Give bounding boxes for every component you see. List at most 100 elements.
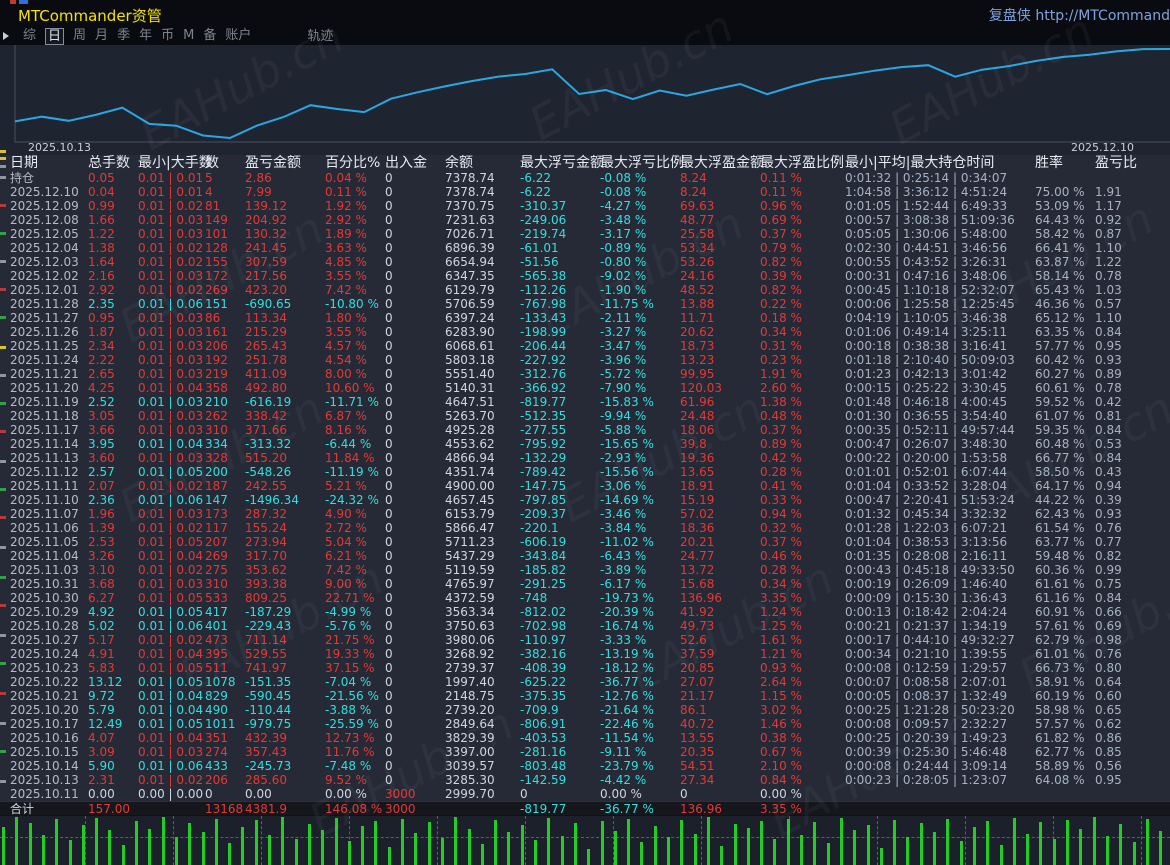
cell: 62.43 % [1035, 507, 1095, 521]
cell: -36.77 % [600, 675, 680, 689]
column-header-12[interactable]: 最小|平均|最大持仓时间 [845, 155, 1035, 171]
table-row[interactable]: 2025.11.102.360.01 | 0.06147-1496.34-24.… [0, 493, 1170, 507]
table-row[interactable]: 2025.10.294.920.01 | 0.05417-187.29-4.99… [0, 605, 1170, 619]
table-row[interactable]: 2025.11.133.600.01 | 0.03328515.2011.84 … [0, 451, 1170, 465]
cell: 57.57 % [1035, 717, 1095, 731]
table-row[interactable]: 2025.12.041.380.01 | 0.02128241.453.63 %… [0, 241, 1170, 255]
volume-bar [640, 842, 643, 865]
cell: 81 [205, 199, 245, 213]
cell: 0.99 [1095, 563, 1170, 577]
table-row[interactable]: 2025.10.110.000.00 | 0.0000.000.00 %3000… [0, 787, 1170, 801]
table-row[interactable]: 2025.10.153.090.01 | 0.03274357.4311.76 … [0, 745, 1170, 759]
table-row[interactable]: 2025.11.212.650.01 | 0.03219411.098.00 %… [0, 367, 1170, 381]
column-header-9[interactable]: 最大浮亏比例 [600, 155, 680, 171]
column-header-6[interactable]: 出入金 [385, 155, 445, 171]
menu-item-6[interactable]: 币 [161, 28, 174, 45]
column-header-5[interactable]: 百分比% [325, 155, 385, 171]
table-row[interactable]: 2025.11.192.520.01 | 0.03210-616.19-11.7… [0, 395, 1170, 409]
cell: 57.02 [680, 507, 760, 521]
table-row[interactable]: 2025.12.051.220.01 | 0.03101130.321.89 %… [0, 227, 1170, 241]
menu-item-4[interactable]: 季 [117, 28, 130, 45]
table-row[interactable]: 2025.11.261.870.01 | 0.03161215.293.55 %… [0, 325, 1170, 339]
column-header-2[interactable]: 最小|大手数 [138, 155, 205, 171]
cell: 0:00:55 | 0:43:52 | 3:26:31 [845, 255, 1035, 269]
table-row[interactable]: 2025.10.164.070.01 | 0.04351432.3912.73 … [0, 731, 1170, 745]
table-row[interactable]: 2025.11.043.260.01 | 0.04269317.706.21 %… [0, 549, 1170, 563]
cell: 0.93 [1095, 507, 1170, 521]
table-row[interactable]: 2025.10.313.680.01 | 0.03310393.389.00 %… [0, 577, 1170, 591]
column-header-7[interactable]: 余额 [445, 155, 520, 171]
table-row[interactable]: 2025.11.204.250.01 | 0.04358492.8010.60 … [0, 381, 1170, 395]
cell: 2025.10.16 [10, 731, 88, 745]
menu-item-7[interactable]: M [183, 28, 194, 45]
table-row[interactable]: 2025.10.2213.120.01 | 0.051078-151.35-7.… [0, 675, 1170, 689]
table-row[interactable]: 2025.10.235.830.01 | 0.05511741.9737.15 … [0, 661, 1170, 675]
menu-item-1[interactable]: 日 [45, 28, 64, 45]
table-row[interactable]: 2025.10.219.720.01 | 0.04829-590.45-21.5… [0, 689, 1170, 703]
cell: 0.01 | 0.02 [138, 241, 205, 255]
column-header-3[interactable]: 数 [205, 155, 245, 171]
table-row[interactable]: 2025.11.071.960.01 | 0.03173287.324.90 %… [0, 507, 1170, 521]
table-row[interactable]: 2025.10.306.270.01 | 0.05533809.2522.71 … [0, 591, 1170, 605]
cell: 0 [385, 647, 445, 661]
table-row[interactable]: 2025.11.052.530.01 | 0.05207273.945.04 %… [0, 535, 1170, 549]
cell: -22.46 % [600, 717, 680, 731]
cell: -23.79 % [600, 759, 680, 773]
volume-bar [1013, 818, 1016, 865]
column-header-0[interactable]: 日期 [10, 155, 88, 171]
table-row[interactable]: 2025.11.282.350.01 | 0.06151-690.65-10.8… [0, 297, 1170, 311]
table-row[interactable]: 2025.11.143.950.01 | 0.04334-313.32-6.44… [0, 437, 1170, 451]
cell: 2.10 % [760, 759, 845, 773]
vendor-link[interactable]: 复盘侠 http://MTCommand [989, 5, 1170, 25]
menu-item-2[interactable]: 周 [73, 28, 86, 45]
table-row[interactable]: 2025.11.033.100.01 | 0.02275353.627.42 %… [0, 563, 1170, 577]
menu-item-0[interactable]: 综 [23, 28, 36, 45]
column-header-11[interactable]: 最大浮盈比例 [760, 155, 845, 171]
cell: 2025.10.27 [10, 633, 88, 647]
table-row[interactable]: 2025.12.012.920.01 | 0.02269423.207.42 %… [0, 283, 1170, 297]
table-row[interactable]: 2025.10.275.170.01 | 0.02473711.1421.75 … [0, 633, 1170, 647]
volume-bar [295, 839, 298, 865]
table-row[interactable]: 2025.10.244.910.01 | 0.04395529.5519.33 … [0, 647, 1170, 661]
total-cell [445, 802, 520, 816]
cell: 0 [385, 311, 445, 325]
table-row[interactable]: 2025.10.145.900.01 | 0.06433-245.73-7.48… [0, 759, 1170, 773]
volume-bar [135, 821, 138, 865]
column-header-1[interactable]: 总手数 [88, 155, 138, 171]
column-header-4[interactable]: 盈亏金额 [245, 155, 325, 171]
cell: 2025.10.20 [10, 703, 88, 717]
table-row[interactable]: 2025.12.022.160.01 | 0.03172217.563.55 %… [0, 269, 1170, 283]
cell: 0.37 % [760, 535, 845, 549]
table-row[interactable]: 2025.12.081.660.01 | 0.03149204.922.92 %… [0, 213, 1170, 227]
table-row[interactable]: 2025.11.112.070.01 | 0.02187242.555.21 %… [0, 479, 1170, 493]
table-row[interactable]: 2025.12.031.640.01 | 0.02155307.594.85 %… [0, 255, 1170, 269]
table-row[interactable]: 2025.12.100.040.01 | 0.0147.990.11 %0737… [0, 185, 1170, 199]
table-row[interactable]: 2025.11.242.220.01 | 0.03192251.784.54 %… [0, 353, 1170, 367]
table-row[interactable]: 持仓0.050.01 | 0.0152.860.04 %07378.74-6.2… [0, 171, 1170, 185]
panel-arrow-icon[interactable] [3, 32, 9, 40]
column-header-13[interactable]: 胜率 [1035, 155, 1095, 171]
table-row[interactable]: 2025.10.1712.490.01 | 0.051011-979.75-25… [0, 717, 1170, 731]
table-row[interactable]: 2025.11.061.390.01 | 0.02117155.242.72 %… [0, 521, 1170, 535]
menu-item-3[interactable]: 月 [95, 28, 108, 45]
column-header-8[interactable]: 最大浮亏金额 [520, 155, 600, 171]
table-row[interactable]: 2025.11.122.570.01 | 0.05200-548.26-11.1… [0, 465, 1170, 479]
menu-item-9[interactable]: 账户 [225, 28, 251, 45]
table-row[interactable]: 2025.11.270.950.01 | 0.0386113.341.80 %0… [0, 311, 1170, 325]
menu-item-trajectory[interactable]: 轨迹 [307, 29, 333, 44]
table-row[interactable]: 2025.10.285.020.01 | 0.06401-229.43-5.76… [0, 619, 1170, 633]
column-header-10[interactable]: 最大浮盈金额 [680, 155, 760, 171]
menu-item-5[interactable]: 年 [139, 28, 152, 45]
cell: 0.82 % [760, 283, 845, 297]
menu-item-8[interactable]: 备 [203, 28, 216, 45]
table-row[interactable]: 2025.11.252.340.01 | 0.03206265.434.57 %… [0, 339, 1170, 353]
table-row[interactable]: 2025.11.183.050.01 | 0.03262338.426.87 %… [0, 409, 1170, 423]
table-row[interactable]: 2025.11.173.660.01 | 0.03310371.668.16 %… [0, 423, 1170, 437]
cell: 417 [205, 605, 245, 619]
table-row[interactable]: 2025.10.132.310.01 | 0.02206285.609.52 %… [0, 773, 1170, 787]
cell: 0.01 | 0.03 [138, 325, 205, 339]
column-header-14[interactable]: 盈亏比 [1095, 155, 1170, 171]
cell: -110.97 [520, 633, 600, 647]
table-row[interactable]: 2025.10.205.790.01 | 0.04490-110.44-3.88… [0, 703, 1170, 717]
table-row[interactable]: 2025.12.090.990.01 | 0.0281139.121.92 %0… [0, 199, 1170, 213]
